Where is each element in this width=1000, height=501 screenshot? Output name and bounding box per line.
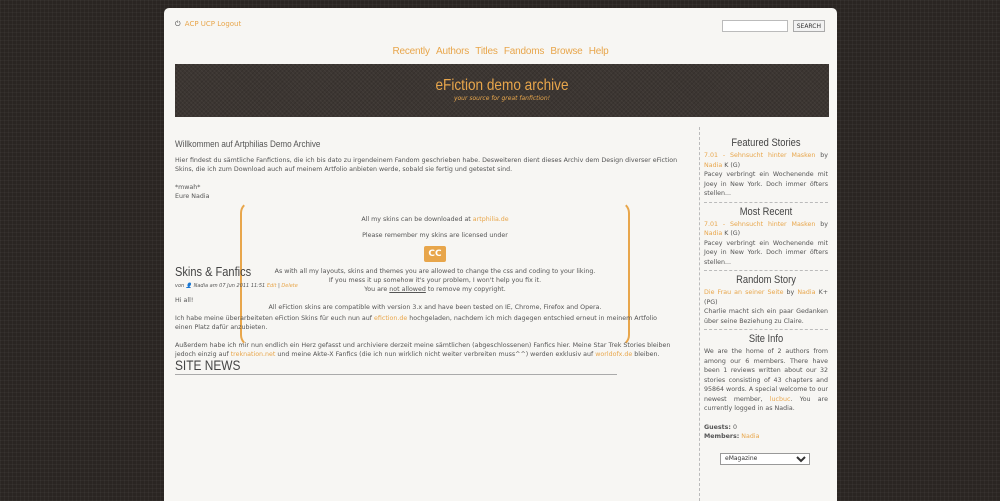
featured-summary: Pacey verbringt ein Wochenende mit Joey … <box>704 171 828 197</box>
welcome-text: Hier findest du sämtliche Fanfictions, d… <box>175 157 678 173</box>
random-block: Die Frau an seiner Seite by Nadia K+ (PG… <box>704 288 828 326</box>
featured-block: 7.01 - Sehnsucht hinter Masken by Nadia … <box>704 151 828 199</box>
recent-story-link[interactable]: 7.01 - Sehnsucht hinter Masken <box>704 221 815 228</box>
main-nav: Recently Authors Titles Fandoms Browse H… <box>164 46 837 57</box>
guests-count: 0 <box>732 423 737 431</box>
random-by: by <box>786 289 795 296</box>
nav-fandoms[interactable]: Fandoms <box>504 46 544 57</box>
acp-link[interactable]: ACP <box>185 20 199 28</box>
guests-row: Guests: 0 <box>704 423 828 433</box>
nav-recently[interactable]: Recently <box>392 46 430 57</box>
featured-author-link[interactable]: Nadia <box>704 162 722 169</box>
welcome-kiss: *mwah* <box>175 184 201 191</box>
recent-title: Most Recent <box>739 205 793 218</box>
members-row: Members: Nadia <box>704 432 828 442</box>
welcome-title: Willkommen auf Artphilias Demo Archive <box>175 139 321 149</box>
sidebar: Featured Stories 7.01 - Sehnsucht hinter… <box>704 137 828 465</box>
ucp-link[interactable]: UCP <box>201 20 215 28</box>
welcome-signature: Eure Nadia <box>175 193 210 200</box>
power-icon: ⏻ <box>175 20 181 28</box>
sidebar-divider <box>699 127 700 501</box>
newest-member-link[interactable]: lucbuc <box>770 396 791 403</box>
siteinfo-block: We are the home of 2 authors from among … <box>704 347 828 442</box>
featured-by: by <box>820 152 828 159</box>
news-meta: von 👤 Nadia am 07 Jun 2011 11:51 Edit | … <box>175 283 298 289</box>
creative-commons-icon[interactable]: CC <box>424 246 446 262</box>
nav-help[interactable]: Help <box>589 46 609 57</box>
news-p1-a: Ich habe meine überarbeiteten eFiction S… <box>175 315 372 322</box>
news-p2-b: und meine Akte-X Fanfics (die ich nun wi… <box>277 351 594 358</box>
treknation-link[interactable]: treknation.net <box>231 351 276 358</box>
page-container: ⏻ ACP UCP Logout SEARCH Recently Authors… <box>164 8 837 501</box>
search-form: SEARCH <box>722 20 825 32</box>
online-member-link[interactable]: Nadia <box>741 433 759 440</box>
recent-by: by <box>820 220 828 228</box>
random-story-link[interactable]: Die Frau an seiner Seite <box>704 289 783 296</box>
search-input[interactable] <box>722 20 789 32</box>
nav-titles[interactable]: Titles <box>475 46 498 57</box>
news-paragraph-1: Ich habe meine überarbeiteten eFiction S… <box>175 314 675 332</box>
top-links: ⏻ ACP UCP Logout <box>175 20 241 29</box>
random-summary: Charlie macht sich ein paar Gedanken übe… <box>704 308 828 325</box>
efiction-link[interactable]: efiction.de <box>374 315 407 322</box>
user-icon: 👤 <box>185 283 193 289</box>
info-download-text: All my skins can be downloaded at <box>361 216 471 223</box>
site-title[interactable]: eFiction demo archive <box>224 77 780 95</box>
main-content: Willkommen auf Artphilias Demo Archive H… <box>175 135 695 375</box>
news-meta-by: von <box>175 283 185 289</box>
sidebar-separator <box>704 329 828 330</box>
featured-story-link[interactable]: 7.01 - Sehnsucht hinter Masken <box>704 152 815 159</box>
worldofx-link[interactable]: worldofx.de <box>595 351 632 358</box>
siteinfo-title: Site Info <box>748 333 784 345</box>
news-edit-link[interactable]: Edit <box>267 283 277 289</box>
logout-link[interactable]: Logout <box>217 20 241 28</box>
random-author-link[interactable]: Nadia <box>797 289 815 296</box>
sidebar-separator <box>704 201 828 203</box>
news-paragraph-2: Außerdem habe ich mir nun endlich ein He… <box>175 341 675 359</box>
news-greeting: Hi all! <box>175 297 194 304</box>
sidebar-separator <box>704 270 828 271</box>
featured-title: Featured Stories <box>731 137 801 149</box>
skin-select[interactable]: eMagazine <box>720 452 810 465</box>
news-title: Skins & Fanfics <box>175 264 252 279</box>
recent-summary: Pacey verbringt ein Wochenende mit Joey … <box>704 239 828 266</box>
recent-author-link[interactable]: Nadia <box>704 230 722 237</box>
info-line-license: Please remember my skins are licensed un… <box>362 232 508 239</box>
recent-rating: K (G) <box>724 230 741 237</box>
artphilia-link[interactable]: artphilia.de <box>473 216 509 223</box>
siteinfo-text-a: We are the home of 2 authors from among … <box>704 348 828 403</box>
news-meta-author: Nadia am 07 Jun 2011 11:51 <box>193 283 266 289</box>
search-button[interactable]: SEARCH <box>792 20 825 32</box>
nav-authors[interactable]: Authors <box>436 46 469 57</box>
guests-label: Guests: <box>704 423 731 431</box>
featured-rating: K (G) <box>724 161 741 169</box>
site-slogan: your source for great fanfiction! <box>453 95 551 102</box>
random-title: Random Story <box>736 274 796 286</box>
news-delete-link[interactable]: Delete <box>281 283 297 289</box>
info-line-download: All my skins can be downloaded at artphi… <box>242 215 628 224</box>
nav-browse[interactable]: Browse <box>550 46 582 57</box>
news-item: Skins & Fanfics von 👤 Nadia am 07 Jun 20… <box>175 264 675 368</box>
site-banner: eFiction demo archive your source for gr… <box>175 64 829 117</box>
recent-block: 7.01 - Sehnsucht hinter Masken by Nadia … <box>704 220 828 268</box>
news-p2-c: bleiben. <box>634 351 660 358</box>
members-label: Members: <box>704 433 740 440</box>
